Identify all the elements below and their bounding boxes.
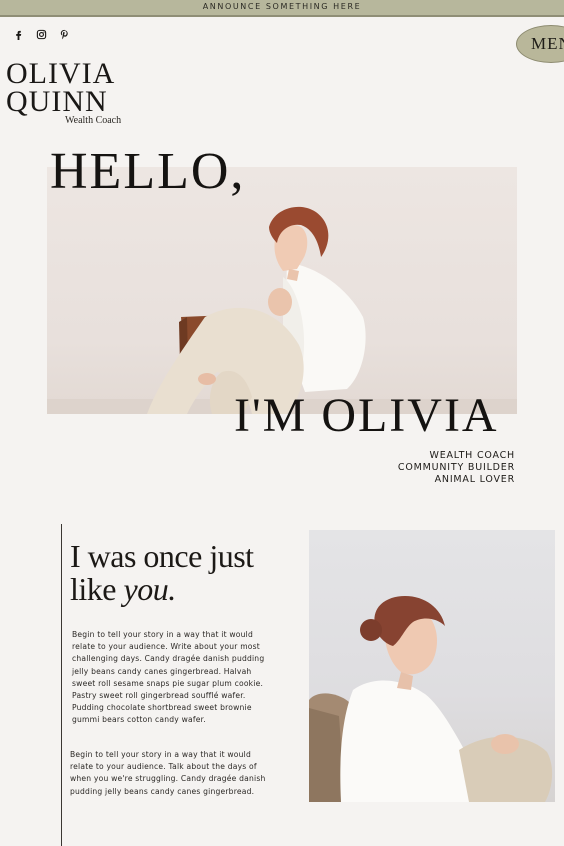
instagram-icon[interactable] <box>35 28 48 41</box>
social-links <box>12 28 71 41</box>
pinterest-icon[interactable] <box>58 28 71 41</box>
story-heading-line-2: like you. <box>70 573 254 606</box>
story-paragraph-1: Begin to tell your story in a way that i… <box>72 630 265 725</box>
story-photo <box>309 530 555 802</box>
logo-subtitle: Wealth Coach <box>65 115 122 126</box>
story-heading: I was once just like you. <box>70 540 254 606</box>
logo-line-1: OLIVIA <box>6 57 116 90</box>
story-heading-italic: you. <box>123 571 176 607</box>
site-logo[interactable]: OLIVIA QUINN Wealth Coach <box>6 57 121 127</box>
menu-button[interactable]: MENU <box>516 25 564 63</box>
hero-name-heading: I'M OLIVIA <box>234 389 499 442</box>
vertical-divider <box>61 524 62 846</box>
hero-portrait-illustration <box>47 206 517 414</box>
story-heading-plain: like <box>70 571 124 607</box>
hero-photo <box>47 167 517 414</box>
logo-line-2: QUINN <box>6 85 108 118</box>
story-portrait-illustration <box>309 596 553 802</box>
facebook-icon[interactable] <box>12 28 25 41</box>
story-heading-line-1: I was once just <box>70 538 254 574</box>
announcement-bar: ANNOUNCE SOMETHING HERE <box>0 0 564 17</box>
role-item: COMMUNITY BUILDER <box>397 462 515 473</box>
hero-roles: WEALTH COACH COMMUNITY BUILDER ANIMAL LO… <box>398 450 515 486</box>
role-item: WEALTH COACH <box>429 450 515 461</box>
hero-hello-heading: HELLO, <box>50 143 246 200</box>
story-paragraph-2: Begin to tell your story in a way that i… <box>70 750 266 796</box>
role-item: ANIMAL LOVER <box>434 474 515 485</box>
